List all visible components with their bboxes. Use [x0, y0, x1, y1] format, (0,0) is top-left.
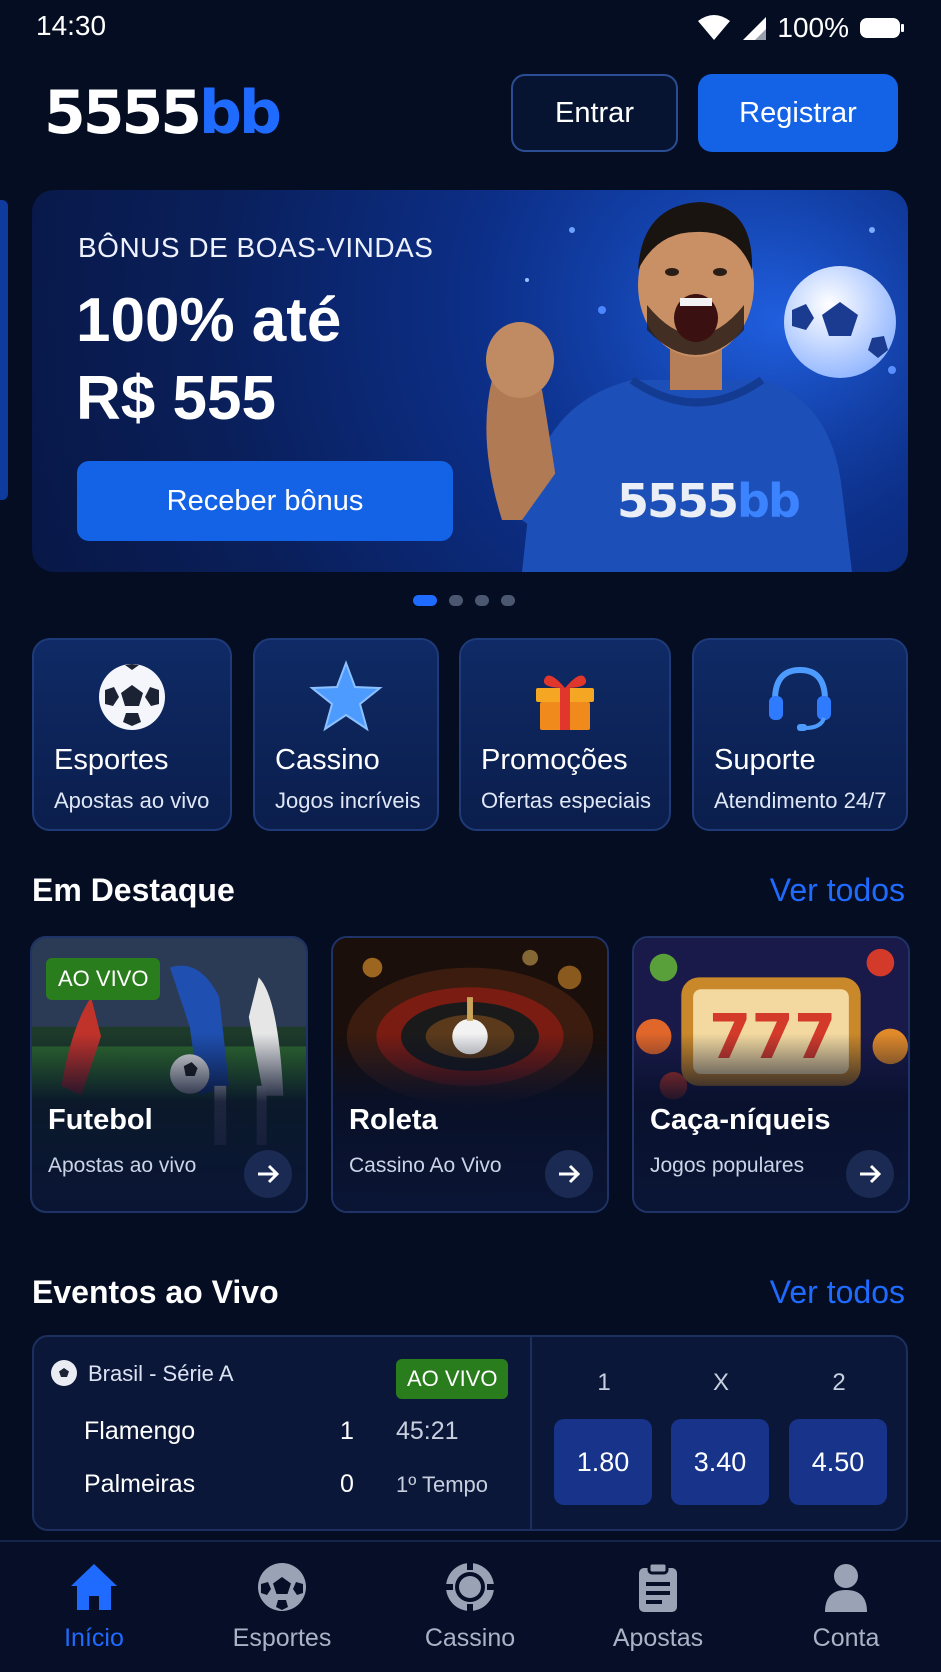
category-tile-promotions[interactable]: Promoções Ofertas especiais	[459, 638, 671, 831]
nav-item-casino[interactable]: Cassino	[390, 1560, 550, 1653]
nav-label: Início	[64, 1624, 124, 1652]
battery-percentage: 100%	[777, 12, 849, 43]
featured-card-title: Futebol	[48, 1104, 153, 1136]
star-icon	[309, 660, 383, 732]
wifi-icon	[698, 15, 731, 40]
clipboard-icon	[639, 1561, 677, 1612]
category-tile-sports[interactable]: Esportes Apostas ao vivo	[32, 638, 232, 831]
nav-item-sports[interactable]: Esportes	[202, 1560, 362, 1653]
featured-card-title: Caça-níqueis	[650, 1104, 831, 1136]
nav-item-account[interactable]: Conta	[766, 1560, 926, 1653]
headset-icon	[769, 666, 831, 731]
featured-card-subtitle: Cassino Ao Vivo	[349, 1154, 502, 1177]
nav-item-home[interactable]: Início	[14, 1560, 174, 1653]
away-team: Palmeiras	[84, 1470, 196, 1498]
odd-label-home: 1	[597, 1369, 611, 1396]
gift-icon	[536, 675, 594, 730]
carousel-indicators	[413, 595, 515, 606]
receive-bonus-button[interactable]: Receber bônus	[77, 461, 453, 541]
category-subtitle: Jogos incríveis	[275, 788, 421, 813]
login-button[interactable]: Entrar	[511, 74, 678, 152]
away-score: 0	[340, 1470, 354, 1498]
carousel-dot-3[interactable]	[475, 595, 489, 606]
carousel-dot-4[interactable]	[501, 595, 515, 606]
arrow-right-icon[interactable]	[846, 1150, 894, 1198]
arrow-right-icon[interactable]	[545, 1150, 593, 1198]
category-tile-support[interactable]: Suporte Atendimento 24/7	[692, 638, 908, 831]
home-icon	[71, 1564, 117, 1610]
match-clock: 45:21	[396, 1417, 459, 1445]
banner-kicker: BÔNUS DE BOAS-VINDAS	[78, 232, 434, 263]
featured-card-subtitle: Apostas ao vivo	[48, 1154, 197, 1177]
nav-label: Esportes	[232, 1624, 332, 1652]
shirt-logo-blue: bb	[737, 474, 801, 528]
arrow-right-icon[interactable]	[244, 1150, 292, 1198]
featured-see-all-link[interactable]: Ver todos	[770, 872, 905, 909]
match-period: 1º Tempo	[396, 1472, 489, 1497]
live-badge: AO VIVO	[396, 1359, 509, 1399]
category-title: Esportes	[54, 744, 169, 776]
live-events-section-title: Eventos ao Vivo	[32, 1274, 279, 1310]
brand-logo[interactable]: 5555bb	[44, 78, 282, 148]
featured-card-roulette[interactable]: Roleta Cassino Ao Vivo	[331, 936, 609, 1213]
user-icon	[825, 1564, 867, 1612]
signal-icon	[743, 17, 767, 40]
category-subtitle: Atendimento 24/7	[714, 788, 887, 813]
carousel-dot-2[interactable]	[449, 595, 463, 606]
nav-label: Cassino	[424, 1624, 516, 1652]
category-tile-casino[interactable]: Cassino Jogos incríveis	[253, 638, 439, 831]
odd-button-home[interactable]: 1.80	[554, 1419, 652, 1505]
banner-headline-line2: R$ 555	[76, 364, 276, 433]
category-title: Suporte	[714, 744, 816, 776]
odd-label-away: 2	[832, 1369, 846, 1396]
welcome-bonus-banner[interactable]: BÔNUS DE BOAS-VINDAS 100% até R$ 555 Rec…	[32, 190, 908, 572]
shirt-logo: 5555bb	[617, 474, 801, 528]
featured-card-football[interactable]: AO VIVO Futebol Apostas ao vivo	[30, 936, 308, 1213]
register-button[interactable]: Registrar	[698, 74, 898, 152]
category-title: Promoções	[481, 744, 628, 776]
nav-label: Apostas	[612, 1624, 704, 1652]
logo-text-white: 5555	[44, 78, 202, 148]
previous-banner-peek[interactable]	[0, 200, 8, 500]
shirt-logo-white: 5555	[617, 474, 739, 528]
featured-card-slots[interactable]: 777 Caça-níqueis Jogos populares	[632, 936, 910, 1213]
featured-card-title: Roleta	[349, 1104, 438, 1136]
logo-text-blue: bb	[199, 78, 282, 148]
category-subtitle: Ofertas especiais	[481, 788, 651, 813]
featured-card-subtitle: Jogos populares	[650, 1154, 805, 1177]
battery-icon	[860, 18, 904, 38]
featured-section-title: Em Destaque	[32, 872, 235, 908]
bottom-navigation: Início Esportes Cassino Apostas Conta	[0, 1540, 941, 1672]
live-events-see-all-link[interactable]: Ver todos	[770, 1274, 905, 1311]
banner-headline: 100% até R$ 555	[76, 282, 341, 438]
category-subtitle: Apostas ao vivo	[54, 788, 210, 813]
soccer-ball-icon	[51, 1360, 77, 1386]
banner-headline-line1: 100% até	[76, 286, 342, 355]
status-icons: 100%	[697, 12, 905, 44]
odd-label-draw: X	[712, 1369, 729, 1396]
league-name: Brasil - Série A	[88, 1361, 234, 1386]
nav-label: Conta	[812, 1624, 880, 1652]
category-title: Cassino	[275, 744, 380, 776]
home-score: 1	[340, 1417, 354, 1445]
casino-chip-icon	[445, 1562, 495, 1612]
nav-item-bets[interactable]: Apostas	[578, 1560, 738, 1653]
carousel-dot-1[interactable]	[413, 595, 437, 606]
live-event-card[interactable]: Brasil - Série A AO VIVO Flamengo 1 45:2…	[32, 1335, 908, 1531]
soccer-ball-icon	[99, 664, 165, 730]
home-team: Flamengo	[84, 1417, 196, 1445]
status-time: 14:30	[36, 10, 107, 41]
live-badge: AO VIVO	[46, 958, 161, 1000]
soccer-ball-icon	[258, 1563, 306, 1611]
odd-button-draw[interactable]: 3.40	[671, 1419, 769, 1505]
event-divider	[530, 1337, 532, 1529]
odd-button-away[interactable]: 4.50	[789, 1419, 887, 1505]
